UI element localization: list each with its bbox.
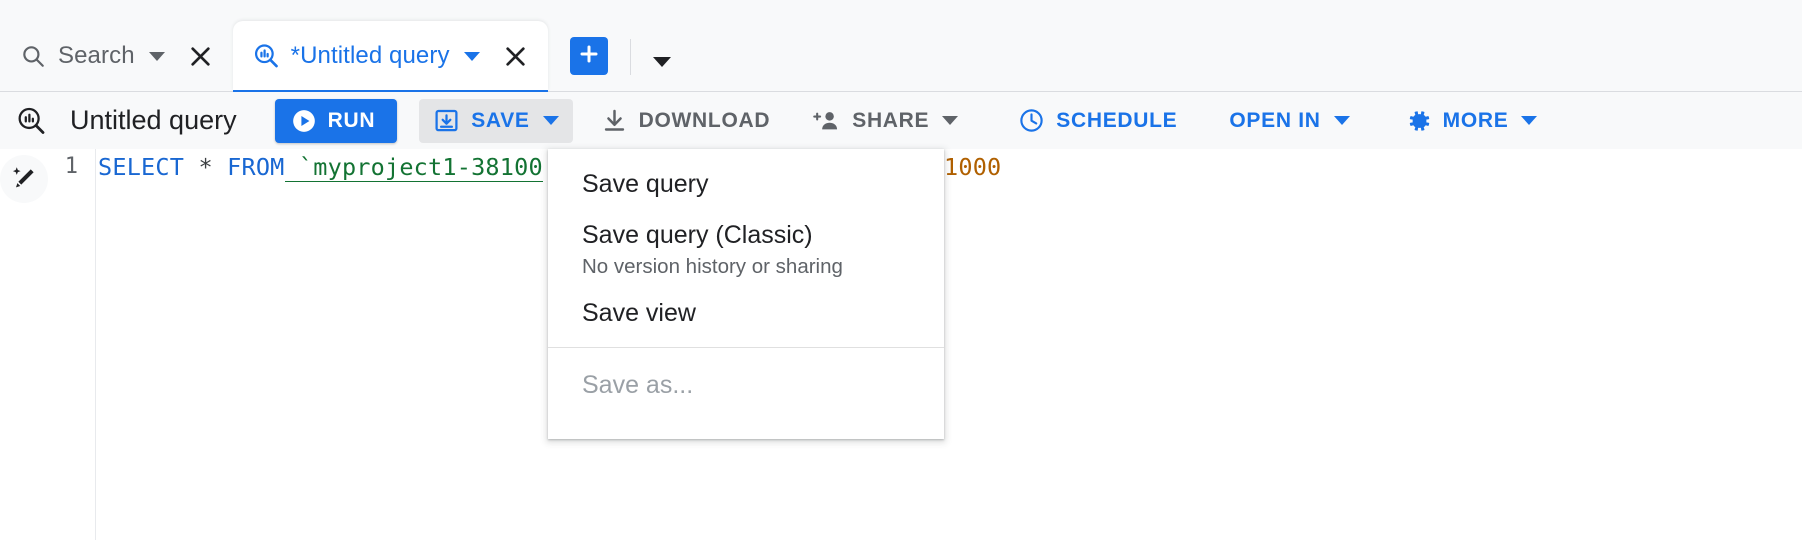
menu-item-save-view[interactable]: Save view: [548, 288, 944, 339]
schedule-button[interactable]: SCHEDULE: [1004, 99, 1191, 143]
sql-keyword-select: SELECT: [98, 153, 185, 181]
sql-keyword-from: FROM: [227, 153, 285, 181]
editor-gutter: 1: [0, 149, 96, 540]
magic-pencil-icon[interactable]: [0, 155, 48, 203]
save-menu-group-primary: Save query Save query (Classic) No versi…: [548, 159, 944, 347]
menu-item-label: Save query: [582, 170, 709, 198]
save-button-label: SAVE: [471, 108, 530, 132]
save-dropdown-menu: Save query Save query (Classic) No versi…: [548, 149, 944, 439]
chevron-down-icon[interactable]: [463, 51, 480, 61]
share-button-label: SHARE: [852, 108, 930, 132]
search-icon: [18, 41, 48, 71]
save-download-icon: [433, 107, 460, 134]
sql-code-line: SELECT * FROM `myproject1-38100: [98, 153, 543, 182]
save-button[interactable]: SAVE: [419, 98, 573, 143]
menu-item-label: Save view: [582, 299, 696, 327]
tab-overflow-chevron-down-icon[interactable]: [652, 57, 671, 67]
sql-star: *: [184, 153, 228, 181]
tab-bar: Search *Untitled query: [0, 0, 1802, 94]
menu-item-save-query[interactable]: Save query: [548, 159, 944, 210]
chevron-down-icon: [1333, 116, 1350, 125]
close-icon[interactable]: [502, 42, 530, 70]
more-button[interactable]: MORE: [1390, 99, 1552, 143]
save-menu-group-secondary: Save as...: [548, 348, 944, 439]
run-button-label: RUN: [327, 108, 376, 132]
tab-label: Search: [58, 42, 135, 69]
person-add-icon: [812, 107, 841, 134]
close-icon[interactable]: [187, 42, 215, 70]
tab-search[interactable]: Search: [0, 21, 233, 91]
sql-limit-value: 1000: [944, 153, 1002, 181]
play-circle-icon: [291, 108, 317, 134]
share-button[interactable]: SHARE: [798, 99, 972, 143]
more-button-label: MORE: [1442, 108, 1509, 132]
tab-label: *Untitled query: [290, 42, 450, 69]
menu-item-label: Save as...: [582, 371, 694, 399]
plus-icon: [577, 42, 601, 71]
run-button[interactable]: RUN: [274, 98, 398, 143]
query-icon: [251, 41, 281, 71]
gear-icon: [1404, 107, 1432, 135]
schedule-button-label: SCHEDULE: [1056, 108, 1178, 132]
query-icon: [14, 104, 48, 138]
menu-item-save-as: Save as...: [548, 360, 944, 411]
open-in-button-label: OPEN IN: [1229, 108, 1321, 132]
open-in-button[interactable]: OPEN IN: [1215, 99, 1363, 143]
tabbar-divider: [629, 39, 631, 75]
chevron-down-icon: [942, 116, 959, 125]
download-button[interactable]: DOWNLOAD: [587, 99, 785, 143]
download-button-label: DOWNLOAD: [638, 108, 771, 132]
add-tab-button[interactable]: [569, 37, 608, 75]
tab-untitled-query[interactable]: *Untitled query: [232, 21, 548, 94]
clock-icon: [1018, 107, 1045, 134]
menu-item-label: Save query (Classic): [582, 221, 813, 249]
chevron-down-icon[interactable]: [148, 51, 165, 61]
menu-item-save-query-classic[interactable]: Save query (Classic) No version history …: [548, 210, 944, 288]
page-title: Untitled query: [70, 105, 237, 135]
menu-item-sublabel: No version history or sharing: [582, 255, 843, 278]
line-number: 1: [64, 154, 78, 179]
download-icon: [601, 107, 628, 134]
chevron-down-icon: [1521, 116, 1538, 125]
sql-table-reference: `myproject1-38100: [284, 153, 543, 182]
chevron-down-icon: [542, 116, 559, 125]
query-toolbar: Untitled query RUN SAVE DOWNLOAD SHARE S…: [0, 92, 1802, 149]
